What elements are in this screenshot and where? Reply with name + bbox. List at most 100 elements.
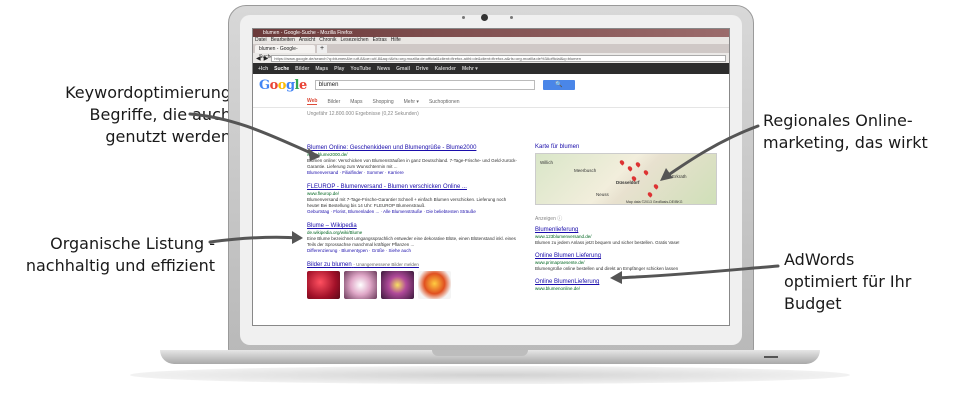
map-label: Erkrath bbox=[672, 174, 687, 179]
result-title[interactable]: Blumen Online: Geschenkideen und Blumeng… bbox=[307, 144, 517, 152]
gbar-item[interactable]: YouTube bbox=[350, 66, 371, 72]
callout-line: marketing, das wirkt bbox=[763, 133, 928, 152]
map-pin-icon[interactable] bbox=[626, 165, 634, 172]
local-map[interactable]: Willich Meerbusch Düsseldorf Neuss Erkra… bbox=[535, 153, 717, 205]
callout-line: optimiert für Ihr bbox=[784, 272, 912, 291]
callout-line: Regionales Online- bbox=[763, 111, 913, 130]
gbar-item[interactable]: +Ich bbox=[258, 66, 268, 72]
map-label: Meerbusch bbox=[574, 168, 597, 173]
address-bar[interactable]: https://www.google.de/search?q=blumen&ie… bbox=[271, 54, 726, 62]
map-pin-icon[interactable] bbox=[646, 191, 654, 198]
callout-adwords: AdWords optimiert für Ihr Budget bbox=[784, 249, 944, 315]
map-label: Neuss bbox=[596, 192, 609, 197]
map-pin-icon[interactable] bbox=[634, 161, 642, 168]
menu-item[interactable]: Extras bbox=[373, 37, 387, 44]
ad-title[interactable]: Online BlumenLieferung bbox=[535, 278, 717, 286]
menu-item[interactable]: Lesezeichen bbox=[341, 37, 369, 44]
callout-keyword: Keywordoptimierung Begriffe, die auch ge… bbox=[26, 82, 231, 148]
images-header[interactable]: Bilder zu blumen - Unangemessene Bilder … bbox=[307, 261, 517, 269]
laptop-screen: blumen - Google-Suche - Mozilla Firefox … bbox=[252, 28, 730, 326]
power-led bbox=[764, 356, 778, 358]
result-sitelinks[interactable]: Differenzierung · Blumentypen · Größe · … bbox=[307, 248, 517, 254]
flower-thumbnail[interactable] bbox=[418, 271, 451, 299]
laptop-notch bbox=[432, 350, 528, 356]
result-title[interactable]: Blume – Wikipedia bbox=[307, 222, 517, 230]
organic-results: Blumen Online: Geschenkideen und Blumeng… bbox=[307, 144, 517, 306]
gbar-item[interactable]: Suche bbox=[274, 66, 289, 72]
flower-thumbnail[interactable] bbox=[307, 271, 340, 299]
tab-bar: blumen - Google-Suche + bbox=[253, 44, 729, 60]
image-strip bbox=[307, 271, 517, 299]
callout-line: genutzt werden bbox=[105, 127, 231, 146]
gbar-item[interactable]: News bbox=[377, 66, 390, 72]
forward-icon[interactable]: ▶ bbox=[264, 55, 269, 62]
image-results: Bilder zu blumen - Unangemessene Bilder … bbox=[307, 261, 517, 299]
gbar-item[interactable]: Gmail bbox=[396, 66, 410, 72]
ads-label: Anzeigen ⓘ bbox=[535, 216, 563, 222]
flower-thumbnail[interactable] bbox=[344, 271, 377, 299]
result-snippet: Blumen online: Verschicken von Blumenstr… bbox=[307, 158, 517, 169]
map-title[interactable]: Karte für blumen bbox=[535, 144, 717, 150]
map-pin-icon[interactable] bbox=[652, 183, 660, 190]
gbar-item[interactable]: Bilder bbox=[295, 66, 309, 72]
result-item: Blume – Wikipedia de.wikipedia.org/wiki/… bbox=[307, 222, 517, 254]
indicator-dot bbox=[462, 16, 465, 19]
menu-item[interactable]: Chronik bbox=[319, 37, 336, 44]
gbar-item[interactable]: Mehr ▾ bbox=[462, 66, 478, 72]
result-item: FLEUROP - Blumenversand - Blumen verschi… bbox=[307, 183, 517, 215]
browser-tab[interactable]: blumen - Google-Suche bbox=[255, 45, 315, 60]
ad-snippet: Blumengrüße online bestellen und direkt … bbox=[535, 266, 679, 271]
callout-regional: Regionales Online- marketing, das wirkt bbox=[763, 110, 953, 154]
tab-search-options[interactable]: Suchoptionen bbox=[429, 99, 460, 105]
result-sitelinks[interactable]: Blumenversand · Filialfinder · Sommer · … bbox=[307, 170, 517, 176]
indicator-dot bbox=[510, 16, 513, 19]
callout-line: Budget bbox=[784, 294, 842, 313]
search-button[interactable]: 🔍 bbox=[542, 80, 575, 90]
flower-thumbnail[interactable] bbox=[381, 271, 414, 299]
google-logo[interactable]: Google bbox=[259, 78, 307, 93]
tab-more[interactable]: Mehr ▾ bbox=[404, 99, 419, 105]
gbar-item[interactable]: Drive bbox=[416, 66, 429, 72]
laptop-shadow bbox=[130, 366, 850, 384]
back-icon[interactable]: ◀ bbox=[256, 55, 261, 62]
ad-item: Online Blumen Lieferung www.primapraesen… bbox=[535, 252, 717, 272]
result-item: Blumen Online: Geschenkideen und Blumeng… bbox=[307, 144, 517, 176]
ad-url: www.blumenonline.de/ bbox=[535, 286, 581, 291]
callout-line: Keywordoptimierung bbox=[65, 83, 231, 102]
result-snippet: Eine Blume bezeichnet umgangssprachlich … bbox=[307, 236, 516, 247]
tab-images[interactable]: Bilder bbox=[327, 99, 340, 105]
tab-web[interactable]: Web bbox=[307, 98, 318, 105]
menu-bar: Datei Bearbeiten Ansicht Chronik Lesezei… bbox=[253, 37, 729, 44]
map-pin-icon[interactable] bbox=[642, 169, 650, 176]
menu-item[interactable]: Datei bbox=[255, 37, 267, 44]
new-tab-button[interactable]: + bbox=[317, 45, 327, 53]
result-title[interactable]: FLEUROP - Blumenversand - Blumen verschi… bbox=[307, 183, 517, 191]
search-input[interactable]: blumen bbox=[314, 80, 535, 90]
map-footer: Map data ©2013 GeoBasis-DE/BKG bbox=[626, 200, 683, 204]
ad-title[interactable]: Online Blumen Lieferung bbox=[535, 252, 717, 260]
navigation-bar: ◀ ▶ https://www.google.de/search?q=blume… bbox=[253, 53, 729, 63]
right-column: Karte für blumen Willich Meerbusch Düsse… bbox=[535, 144, 717, 298]
result-sitelinks[interactable]: Geburtstag · Florist, Blumenladen ... · … bbox=[307, 209, 517, 215]
ad-snippet: Blumen zu jedem Anlass jetzt bequem und … bbox=[535, 240, 680, 245]
callout-line: AdWords bbox=[784, 250, 855, 269]
menu-item[interactable]: Bearbeiten bbox=[271, 37, 295, 44]
gbar-item[interactable]: Maps bbox=[315, 66, 328, 72]
tab-maps[interactable]: Maps bbox=[350, 99, 362, 105]
menu-item[interactable]: Hilfe bbox=[391, 37, 401, 44]
callout-line: Begriffe, die auch bbox=[89, 105, 231, 124]
tab-shopping[interactable]: Shopping bbox=[373, 99, 394, 105]
window-title: blumen - Google-Suche - Mozilla Firefox bbox=[253, 29, 729, 37]
map-label: Willich bbox=[540, 160, 553, 165]
callout-organic: Organische Listung - nachhaltig und effi… bbox=[15, 233, 215, 277]
ad-title[interactable]: Blumenlieferung bbox=[535, 226, 717, 234]
map-pin-icon[interactable] bbox=[618, 159, 626, 166]
map-label: Düsseldorf bbox=[616, 180, 640, 185]
search-row: Google blumen 🔍 bbox=[253, 74, 729, 96]
menu-item[interactable]: Ansicht bbox=[299, 37, 315, 44]
gbar-item[interactable]: Play bbox=[334, 66, 344, 72]
camera-icon bbox=[481, 14, 488, 21]
callout-line: Organische Listung - bbox=[50, 234, 215, 253]
ad-item: Online BlumenLieferung www.blumenonline.… bbox=[535, 278, 717, 292]
gbar-item[interactable]: Kalender bbox=[435, 66, 456, 72]
